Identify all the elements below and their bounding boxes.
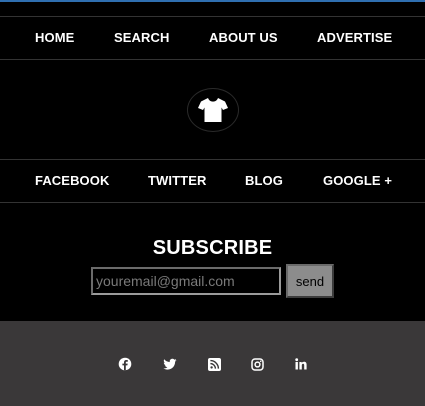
nav-link-about-us[interactable]: ABOUT US xyxy=(209,17,278,59)
nav-link-home[interactable]: HOME xyxy=(35,17,74,59)
social-nav: FACEBOOK TWITTER BLOG GOOGLE + xyxy=(0,159,425,203)
tshirt-icon xyxy=(198,98,228,122)
primary-nav: HOME SEARCH ABOUT US ADVERTISE xyxy=(0,16,425,60)
twitter-icon[interactable] xyxy=(163,357,177,371)
footer xyxy=(0,321,425,406)
nav-link-blog[interactable]: BLOG xyxy=(245,160,283,202)
email-field[interactable] xyxy=(91,267,281,295)
facebook-icon[interactable] xyxy=(118,357,132,371)
nav-link-advertise[interactable]: ADVERTISE xyxy=(317,17,392,59)
nav-link-google-plus[interactable]: GOOGLE + xyxy=(323,160,392,202)
nav-link-twitter[interactable]: TWITTER xyxy=(148,160,206,202)
instagram-icon[interactable] xyxy=(250,357,264,371)
subscribe-title: SUBSCRIBE xyxy=(152,237,273,259)
nav-link-search[interactable]: SEARCH xyxy=(114,17,170,59)
nav-link-facebook[interactable]: FACEBOOK xyxy=(35,160,109,202)
top-accent-line xyxy=(0,0,425,2)
linkedin-icon[interactable] xyxy=(294,357,308,371)
site-logo[interactable] xyxy=(188,89,238,131)
rss-icon[interactable] xyxy=(207,357,221,371)
send-button[interactable]: send xyxy=(286,264,334,298)
